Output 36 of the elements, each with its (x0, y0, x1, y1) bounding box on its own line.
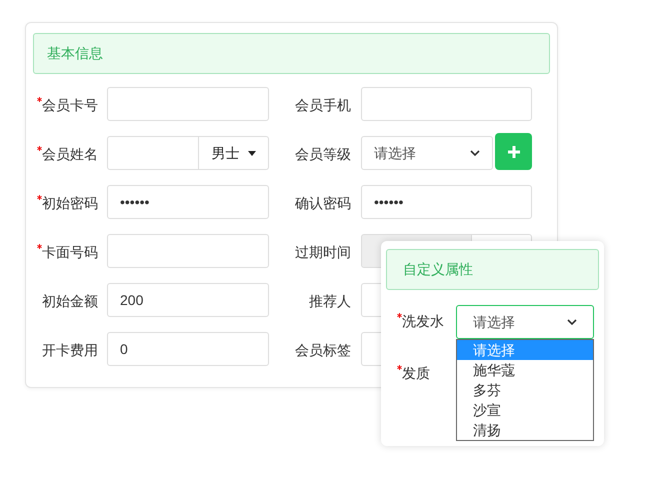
field-label: 初始金额 (42, 292, 98, 311)
field-label: 会员等级 (295, 145, 351, 164)
input-field[interactable] (107, 234, 269, 268)
input-field[interactable]: •••••• (361, 185, 532, 219)
input-field[interactable] (107, 136, 199, 170)
field-label: 推荐人 (309, 292, 351, 311)
field-label: 会员手机 (295, 96, 351, 115)
field-label: 确认密码 (295, 194, 351, 213)
chevron-icon (470, 150, 480, 156)
field-label: 初始密码 (42, 194, 98, 213)
input-field[interactable] (107, 87, 269, 121)
dropdown-option[interactable]: 多芬 (457, 380, 593, 400)
dropdown-option[interactable]: 清扬 (457, 420, 593, 440)
dropdown-option[interactable]: 施华蔻 (457, 360, 593, 380)
field-label: 洗发水 (402, 312, 444, 331)
section-title: 基本信息 (47, 44, 103, 63)
input-field[interactable] (361, 87, 532, 121)
select-field[interactable]: 请选择 (456, 305, 594, 339)
caret-icon (248, 150, 256, 156)
plus-icon (508, 146, 520, 158)
field-label: 会员姓名 (42, 145, 98, 164)
field-label: 过期时间 (295, 243, 351, 262)
field-label: 开卡费用 (42, 341, 98, 360)
field-label: 发质 (402, 364, 430, 383)
add-button[interactable] (495, 133, 532, 170)
input-field[interactable]: 200 (107, 283, 269, 317)
chevron-icon (567, 319, 577, 325)
gender-dropdown[interactable]: 男士 (199, 136, 269, 170)
input-field[interactable]: 0 (107, 332, 269, 366)
select-field[interactable]: 请选择 (361, 136, 493, 170)
field-label: 会员标签 (295, 341, 351, 360)
dropdown-option[interactable]: 沙宣 (457, 400, 593, 420)
section-title: 自定义属性 (403, 260, 473, 279)
input-field[interactable]: •••••• (107, 185, 269, 219)
field-label: 卡面号码 (42, 243, 98, 262)
field-label: 会员卡号 (42, 96, 98, 115)
